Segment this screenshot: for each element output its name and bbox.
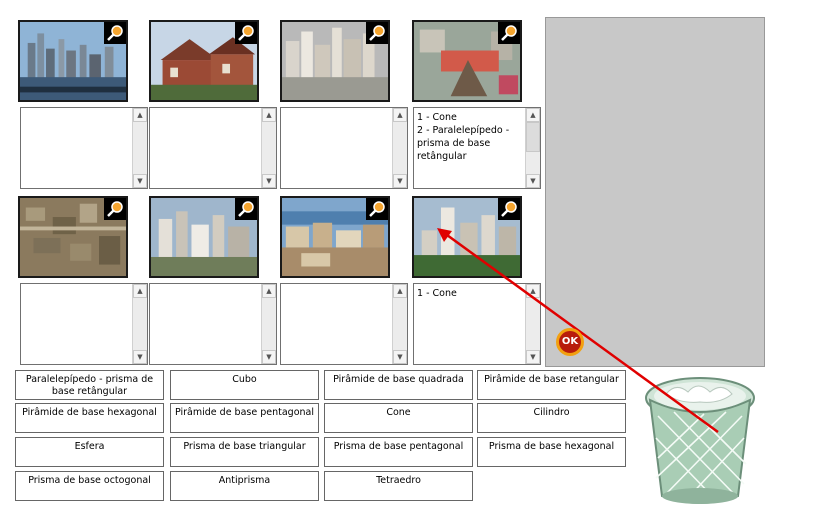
scroll-up-icon[interactable]: ▲ bbox=[393, 284, 407, 298]
scrollbar[interactable]: ▲ ▼ bbox=[132, 108, 147, 188]
magnifier-icon[interactable] bbox=[235, 198, 257, 220]
option-cone[interactable]: Cone bbox=[324, 403, 473, 433]
scroll-thumb[interactable] bbox=[526, 122, 540, 152]
option-prisma-hexagonal[interactable]: Prisma de base hexagonal bbox=[477, 437, 626, 467]
magnifier-icon[interactable] bbox=[366, 198, 388, 220]
option-cilindro[interactable]: Cilindro bbox=[477, 403, 626, 433]
scroll-down-icon[interactable]: ▼ bbox=[393, 174, 407, 188]
scroll-down-icon[interactable]: ▼ bbox=[526, 350, 540, 364]
magnifier-icon[interactable] bbox=[498, 22, 520, 44]
option-antiprisma[interactable]: Antiprisma bbox=[170, 471, 319, 501]
scroll-down-icon[interactable]: ▼ bbox=[133, 350, 147, 364]
city-photo-8[interactable] bbox=[412, 196, 522, 278]
option-piramide-quadrada[interactable]: Pirâmide de base quadrada bbox=[324, 370, 473, 400]
scrollbar[interactable]: ▲ ▼ bbox=[132, 284, 147, 364]
option-prisma-triangular[interactable]: Prisma de base triangular bbox=[170, 437, 319, 467]
city-photo-4[interactable] bbox=[412, 20, 522, 102]
answer-box-1[interactable]: ▲ ▼ bbox=[20, 107, 148, 189]
answer-text: 1 - Cone 2 - Paralelepípedo - prisma de … bbox=[417, 112, 510, 162]
answer-box-8[interactable]: 1 - Cone ▲ ▼ bbox=[413, 283, 541, 365]
scroll-down-icon[interactable]: ▼ bbox=[393, 350, 407, 364]
option-tetraedro[interactable]: Tetraedro bbox=[324, 471, 473, 501]
scroll-up-icon[interactable]: ▲ bbox=[262, 284, 276, 298]
answer-text: 1 - Cone bbox=[417, 288, 457, 299]
scrollbar[interactable]: ▲ ▼ bbox=[392, 284, 407, 364]
magnifier-icon[interactable] bbox=[498, 198, 520, 220]
preview-drop-area[interactable] bbox=[545, 17, 765, 367]
option-piramide-hexagonal[interactable]: Pirâmide de base hexagonal bbox=[15, 403, 164, 433]
scroll-down-icon[interactable]: ▼ bbox=[133, 174, 147, 188]
scroll-down-icon[interactable]: ▼ bbox=[262, 350, 276, 364]
answer-box-5[interactable]: ▲ ▼ bbox=[20, 283, 148, 365]
scrollbar[interactable]: ▲ ▼ bbox=[261, 284, 276, 364]
ok-button[interactable]: OK bbox=[556, 328, 584, 356]
scrollbar[interactable]: ▲ ▼ bbox=[392, 108, 407, 188]
scroll-down-icon[interactable]: ▼ bbox=[262, 174, 276, 188]
city-photo-1[interactable] bbox=[18, 20, 128, 102]
option-piramide-retangular[interactable]: Pirâmide de base retangular bbox=[477, 370, 626, 400]
answer-box-6[interactable]: ▲ ▼ bbox=[149, 283, 277, 365]
trash-bin-icon[interactable] bbox=[640, 368, 760, 508]
answer-box-2[interactable]: ▲ ▼ bbox=[149, 107, 277, 189]
option-esfera[interactable]: Esfera bbox=[15, 437, 164, 467]
option-paralelepipedo[interactable]: Paralelepípedo - prisma de base retângul… bbox=[15, 370, 164, 400]
magnifier-icon[interactable] bbox=[104, 198, 126, 220]
city-photo-6[interactable] bbox=[149, 196, 259, 278]
scroll-up-icon[interactable]: ▲ bbox=[262, 108, 276, 122]
answer-box-7[interactable]: ▲ ▼ bbox=[280, 283, 408, 365]
scroll-up-icon[interactable]: ▲ bbox=[526, 284, 540, 298]
option-prisma-pentagonal[interactable]: Prisma de base pentagonal bbox=[324, 437, 473, 467]
scroll-up-icon[interactable]: ▲ bbox=[526, 108, 540, 122]
option-piramide-pentagonal[interactable]: Pirâmide de base pentagonal bbox=[170, 403, 319, 433]
answer-box-4[interactable]: 1 - Cone 2 - Paralelepípedo - prisma de … bbox=[413, 107, 541, 189]
city-photo-3[interactable] bbox=[280, 20, 390, 102]
scroll-up-icon[interactable]: ▲ bbox=[393, 108, 407, 122]
scroll-up-icon[interactable]: ▲ bbox=[133, 108, 147, 122]
city-photo-5[interactable] bbox=[18, 196, 128, 278]
city-photo-7[interactable] bbox=[280, 196, 390, 278]
scrollbar[interactable]: ▲ ▼ bbox=[525, 284, 540, 364]
option-cubo[interactable]: Cubo bbox=[170, 370, 319, 400]
magnifier-icon[interactable] bbox=[235, 22, 257, 44]
option-prisma-octogonal[interactable]: Prisma de base octogonal bbox=[15, 471, 164, 501]
magnifier-icon[interactable] bbox=[366, 22, 388, 44]
answer-box-3[interactable]: ▲ ▼ bbox=[280, 107, 408, 189]
scrollbar[interactable]: ▲ ▼ bbox=[261, 108, 276, 188]
scroll-down-icon[interactable]: ▼ bbox=[526, 174, 540, 188]
city-photo-2[interactable] bbox=[149, 20, 259, 102]
magnifier-icon[interactable] bbox=[104, 22, 126, 44]
scroll-up-icon[interactable]: ▲ bbox=[133, 284, 147, 298]
scrollbar[interactable]: ▲ ▼ bbox=[525, 108, 540, 188]
